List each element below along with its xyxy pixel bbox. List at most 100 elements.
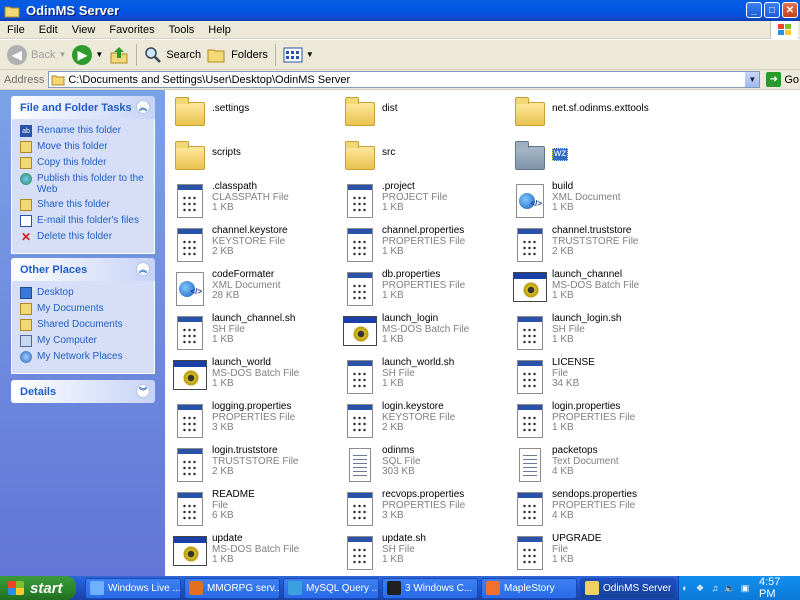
file-item[interactable]: update MS-DOS Batch File 1 KB <box>168 533 338 576</box>
address-bar: Address C:\Documents and Settings\User\D… <box>0 70 800 90</box>
file-text: codeFormater XML Document 28 KB <box>212 269 281 302</box>
share-folder-link[interactable]: Share this folder <box>20 199 154 211</box>
volume-icon[interactable]: 🔈 <box>724 582 736 594</box>
file-item[interactable]: logging.properties PROPERTIES File 3 KB <box>168 401 338 446</box>
taskbar-button[interactable]: MapleStory <box>481 577 577 599</box>
folder-icon <box>4 6 20 17</box>
file-item[interactable]: packetops Text Document 4 KB <box>508 445 678 490</box>
my-network-places-link[interactable]: My Network Places <box>20 351 154 363</box>
address-input[interactable]: C:\Documents and Settings\User\Desktop\O… <box>48 71 761 88</box>
file-item[interactable]: launch_login MS-DOS Batch File 1 KB <box>338 313 508 358</box>
file-item[interactable]: README File 6 KB <box>168 489 338 534</box>
my-documents-link[interactable]: My Documents <box>20 303 154 315</box>
forward-button[interactable]: ▶ ▼ <box>69 43 106 67</box>
desktop-link[interactable]: Desktop <box>20 287 154 299</box>
file-item[interactable]: launch_world MS-DOS Batch File 1 KB <box>168 357 338 402</box>
file-size: 1 KB <box>382 202 404 213</box>
file-item[interactable]: login.keystore KEYSTORE File 2 KB <box>338 401 508 446</box>
file-item[interactable]: recvops.properties PROPERTIES File 3 KB <box>338 489 508 534</box>
file-item[interactable]: launch_channel.sh SH File 1 KB <box>168 313 338 358</box>
file-name: launch_world <box>212 357 271 368</box>
views-button[interactable]: ▼ <box>280 43 317 67</box>
taskbar-button[interactable]: OdinMS Server <box>580 577 676 599</box>
file-item[interactable]: launch_channel MS-DOS Batch File 1 KB <box>508 269 678 314</box>
file-item[interactable]: update.sh SH File 1 KB <box>338 533 508 576</box>
generic-file-icon <box>342 490 378 530</box>
menu-file[interactable]: File <box>0 24 32 36</box>
folder-item[interactable]: src <box>338 138 508 182</box>
up-folder-button[interactable] <box>106 43 132 67</box>
file-item[interactable]: channel.truststore TRUSTSTORE File 2 KB <box>508 225 678 270</box>
panel-header[interactable]: Details ︾ <box>11 380 155 403</box>
menu-bar: File Edit View Favorites Tools Help <box>0 21 800 39</box>
taskbar-button[interactable]: MySQL Query ... <box>283 577 379 599</box>
collapse-icon[interactable]: ︽ <box>136 100 150 114</box>
menu-edit[interactable]: Edit <box>32 24 65 36</box>
file-item[interactable]: login.truststore TRUSTSTORE File 2 KB <box>168 445 338 490</box>
panel-header[interactable]: File and Folder Tasks ︽ <box>11 96 155 119</box>
menu-help[interactable]: Help <box>201 24 238 36</box>
file-text: launch_world MS-DOS Batch File 1 KB <box>212 357 299 390</box>
copy-icon <box>20 157 32 169</box>
title-bar[interactable]: OdinMS Server _ □ ✕ <box>0 0 800 21</box>
file-item[interactable]: launch_login.sh SH File 1 KB <box>508 313 678 358</box>
maximize-button[interactable]: □ <box>764 2 780 18</box>
file-list[interactable]: .settings dist net.sf.odinms.exttools scrip… <box>165 90 800 576</box>
menu-view[interactable]: View <box>65 24 103 36</box>
folders-button[interactable]: Folders <box>204 43 271 67</box>
folder-item[interactable]: dist <box>338 94 508 138</box>
panel-header[interactable]: Other Places ︽ <box>11 258 155 281</box>
close-button[interactable]: ✕ <box>782 2 798 18</box>
file-name: src <box>382 147 396 158</box>
file-size: 1 KB <box>212 334 234 345</box>
move-folder-link[interactable]: Move this folder <box>20 141 154 153</box>
go-button[interactable]: ➜ Go <box>766 72 799 87</box>
network-icon[interactable]: ▣ <box>739 582 751 594</box>
tray-icon[interactable]: ❖ <box>694 582 706 594</box>
folder-item[interactable]: net.sf.odinms.exttools <box>508 94 678 138</box>
start-button[interactable]: start <box>0 576 76 600</box>
tray-icon[interactable]: ♫ <box>709 582 721 594</box>
collapse-icon[interactable]: ︽ <box>136 262 150 276</box>
copy-folder-link[interactable]: Copy this folder <box>20 157 154 169</box>
rename-folder-link[interactable]: ab Rename this folder <box>20 125 154 137</box>
shared-documents-link[interactable]: Shared Documents <box>20 319 154 331</box>
file-item[interactable]: .project PROJECT File 1 KB <box>338 181 508 226</box>
file-item[interactable]: </> codeFormater XML Document 28 KB <box>168 269 338 314</box>
file-size: 6 KB <box>212 510 234 521</box>
search-button[interactable]: Search <box>141 43 204 67</box>
expand-icon[interactable]: ︾ <box>136 384 150 398</box>
email-files-link[interactable]: E-mail this folder's files <box>20 215 154 227</box>
file-item[interactable]: channel.keystore KEYSTORE File 2 KB <box>168 225 338 270</box>
taskbar-button[interactable]: Windows Live ... <box>85 577 181 599</box>
file-item[interactable]: UPGRADE File 1 KB <box>508 533 678 576</box>
minimize-button[interactable]: _ <box>746 2 762 18</box>
my-computer-link[interactable]: My Computer <box>20 335 154 347</box>
file-item[interactable]: login.properties PROPERTIES File 1 KB <box>508 401 678 446</box>
taskbar-button-label: 3 Windows C... <box>405 582 473 594</box>
folder-item[interactable]: wz <box>508 138 678 182</box>
menu-favorites[interactable]: Favorites <box>102 24 161 36</box>
tray-icon[interactable]: ◐ <box>679 582 691 594</box>
file-item[interactable]: sendops.properties PROPERTIES File 4 KB <box>508 489 678 534</box>
file-item[interactable]: .classpath CLASSPATH File 1 KB <box>168 181 338 226</box>
file-item[interactable]: odinms SQL File 303 KB <box>338 445 508 490</box>
file-size: 1 KB <box>382 554 404 565</box>
file-item[interactable]: db.properties PROPERTIES File 1 KB <box>338 269 508 314</box>
folder-item[interactable]: scripts <box>168 138 338 182</box>
file-item[interactable]: </> build XML Document 1 KB <box>508 181 678 226</box>
taskbar-button[interactable]: 3 Windows C... <box>382 577 478 599</box>
menu-tools[interactable]: Tools <box>162 24 202 36</box>
clock[interactable]: 4:57 PM <box>759 576 792 600</box>
address-dropdown-button[interactable]: ▼ <box>745 72 760 87</box>
taskbar-button[interactable]: MMORPG serv... <box>184 577 280 599</box>
generic-file-icon <box>342 182 378 222</box>
file-item[interactable]: launch_world.sh SH File 1 KB <box>338 357 508 402</box>
folder-item[interactable]: .settings <box>168 94 338 138</box>
publish-folder-link[interactable]: Publish this folder to the Web <box>20 173 154 195</box>
file-item[interactable]: LICENSE File 34 KB <box>508 357 678 402</box>
back-button[interactable]: ◀ Back ▼ <box>4 43 69 67</box>
delete-folder-link[interactable]: ✕ Delete this folder <box>20 231 154 243</box>
file-item[interactable]: channel.properties PROPERTIES File 1 KB <box>338 225 508 270</box>
file-text: .settings <box>212 103 249 115</box>
